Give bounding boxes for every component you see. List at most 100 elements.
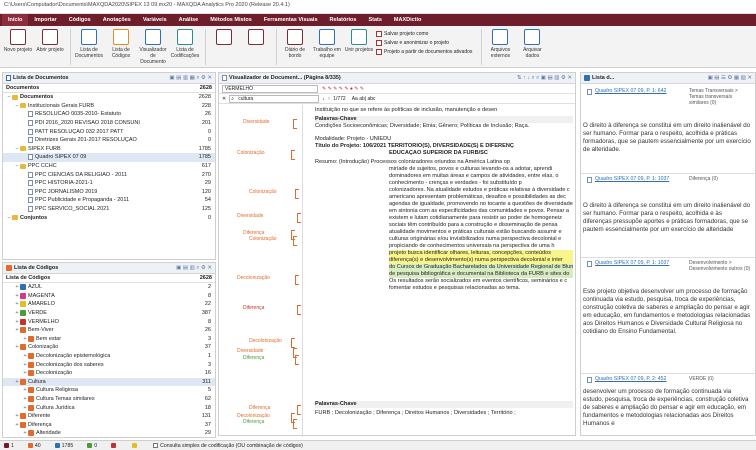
code-row[interactable]: + Cultura Temas similares 62 (3, 395, 215, 404)
document-row[interactable]: PPC HISTORIA-2021-1 29 (3, 179, 215, 188)
ribbon-right-button-0[interactable]: Arquivos externos (485, 29, 515, 59)
ribbon-button-5[interactable]: Lista de Codificações (170, 29, 200, 59)
tab-2[interactable]: Códigos (63, 14, 97, 26)
document-row[interactable]: PPC Publicidade e Propaganda - 2011 54 (3, 196, 215, 205)
document-line: miríade de sujeitos, povos e culturas le… (389, 166, 553, 172)
code-margin-label[interactable]: Diferença (249, 405, 270, 411)
code-margin-label[interactable]: Diversidade (237, 348, 263, 354)
status-item-6[interactable]: Consulta simples de codificação (OU comb… (153, 443, 303, 449)
code-row[interactable]: + Bem estar 3 (3, 335, 215, 344)
code-row[interactable]: + Decolonização dos saberes 3 (3, 360, 215, 369)
segment-code-tag: VERDE (0) (689, 376, 714, 382)
save-option-0[interactable]: Salvar projeto como (376, 29, 472, 38)
status-item-2[interactable]: 1785 (54, 443, 73, 449)
ribbon-button-7[interactable] (241, 29, 271, 47)
code-margin-label[interactable]: Colonização (249, 189, 277, 195)
code-row[interactable]: + Diferença 37 (3, 421, 215, 430)
code-row[interactable]: + Diferente 131 (3, 412, 215, 421)
tab-8[interactable]: Relatórios (324, 14, 363, 26)
ribbon-button-3[interactable]: Lista de Códigos (106, 29, 136, 59)
document-list-tools[interactable]: ▣ ▤ ▥ ▦ ⌕ ⚙ ✕ (169, 75, 212, 82)
checkbox-icon[interactable] (153, 443, 159, 448)
ribbon-right-button-1[interactable]: Arquivar dados (517, 29, 547, 59)
document-row[interactable]: RESOLUCAO 0035-2010- Estatuto 26 (3, 110, 215, 119)
code-row[interactable]: + Cultura Jurídica 18 (3, 403, 215, 412)
code-margin-label[interactable]: Diferença (243, 419, 264, 425)
save-option-2[interactable]: Projeto a partir de documentos ativados (376, 47, 472, 56)
ribbon-button-2[interactable]: Lista de Documentos (74, 29, 104, 59)
tab-1[interactable]: Importar (28, 14, 62, 26)
ribbon-button-1[interactable]: Abrir projeto (35, 29, 65, 53)
document-row[interactable]: PPC CIENCIAS DA RELIGIAO - 2011 270 (3, 170, 215, 179)
ribbon-button-10[interactable]: Unir projetos (344, 29, 374, 53)
tab-9[interactable]: Stats (362, 14, 387, 26)
status-icon (4, 443, 9, 448)
document-row[interactable]: PPC SERVICO_SOCIAL 2021 125 (3, 205, 215, 214)
code-row[interactable]: + AZUL 2 (3, 283, 215, 292)
code-row[interactable]: + MAGENTA 8 (3, 292, 215, 301)
code-margin-label[interactable]: Diversidade (237, 213, 263, 219)
ribbon-button-8[interactable]: Diário de bordo (280, 29, 310, 59)
document-row[interactable]: PDI 2016_2020 REVISAO 2018 CONSUNI 201 (3, 119, 215, 128)
document-row[interactable]: − Documentos 2628 (3, 93, 215, 102)
code-margin-label[interactable]: Decolonização (249, 338, 282, 344)
search-options[interactable]: Aa ab| abc (352, 96, 376, 102)
code-margin-label[interactable]: Colonização (249, 236, 277, 242)
document-row[interactable]: PATT RESOLUÇÃO 032 2017 PATT 0 (3, 127, 215, 136)
segment-reference[interactable]: Quadro SIPEX 07 09, P. 1: 1037 (595, 260, 669, 266)
document-row[interactable]: − Conjuntos 0 (3, 213, 215, 222)
ribbon-button-4[interactable]: Visualizador de Documento (138, 29, 168, 65)
status-item-3[interactable]: 0 (87, 443, 97, 449)
code-margin-label[interactable]: Colonização (237, 150, 265, 156)
code-row[interactable]: + Alteridade 29 (3, 429, 215, 438)
tab-7[interactable]: Ferramentas Visuais (258, 14, 324, 26)
code-row[interactable]: + Bem-Viver 26 (3, 326, 215, 335)
document-row[interactable]: PPC JORNALISMO 2019 120 (3, 188, 215, 197)
search-up-icon[interactable]: ↑ (328, 96, 331, 102)
tab-5[interactable]: Análise (173, 14, 205, 26)
save-option-1[interactable]: Salvar e anonimizar o projeto (376, 38, 472, 47)
code-select[interactable]: VERMELHO (222, 84, 318, 93)
code-row[interactable]: + Cultura Religiosa 5 (3, 386, 215, 395)
close-search-icon[interactable]: ✕ (222, 96, 226, 102)
highlight-tools[interactable]: ✎ ✎ ✎ ✎ ✎ ● ✎ ✎ (322, 86, 364, 92)
search-down-icon[interactable]: ↓ (322, 96, 325, 102)
code-row[interactable]: + Colonização 37 (3, 343, 215, 352)
tab-6[interactable]: Métodos Mistos (204, 14, 258, 26)
document-row[interactable]: Diretrizes Gerais 201-2017 RESOLUÇÃO 0 (3, 136, 215, 145)
retrieved-tools[interactable]: ▣ ▤ ☰ ⚙ ▦ ▧ ✕ (708, 75, 752, 81)
code-row[interactable]: + Decolonização 16 (3, 369, 215, 378)
code-row[interactable]: + VERDE 387 (3, 309, 215, 318)
code-margin-label[interactable]: Decolonização (237, 275, 270, 281)
tab-4[interactable]: Variáveis (137, 14, 173, 26)
status-item-4[interactable] (111, 443, 118, 448)
code-margin-label[interactable]: Diversidade (243, 119, 269, 125)
tab-10[interactable]: MAXDictio (388, 14, 428, 26)
document-row[interactable]: − PPC CCHC 617 (3, 162, 215, 171)
document-viewer-tools[interactable]: ⇅ ↑ ↓ ⌕ ⌕ ▣ ▤ ▥ ⚙ ✕ (517, 75, 572, 82)
segment-reference[interactable]: Quadro SIPEX 07 09, P. 1: 1037 (595, 176, 669, 182)
code-margin-label[interactable]: Diferença (243, 305, 264, 311)
status-item-5[interactable] (132, 443, 139, 448)
tab-0[interactable]: Início (2, 14, 29, 26)
code-row[interactable]: + Decolonização epistemológica 1 (3, 352, 215, 361)
code-list-tools[interactable]: ▣ ▤ ▥ ⌕ ⚙ ✕ (176, 265, 212, 272)
search-input[interactable]: ⌕ cultura (229, 94, 320, 103)
segment-reference[interactable]: Quadro SIPEX 07 09, P. 1: 642 (595, 88, 666, 94)
code-margin-label[interactable]: Diferença (243, 355, 264, 361)
code-row[interactable]: + Cultura 311 (3, 377, 215, 387)
ribbon-button-6[interactable] (209, 29, 239, 47)
code-row[interactable]: + VERMELHO 8 (3, 317, 215, 326)
ribbon-button-9[interactable]: Trabalho em equipe (312, 29, 342, 59)
segment-reference[interactable]: Quadro SIPEX 07 09, P. 2: 452 (595, 376, 666, 382)
ribbon-button-0[interactable]: Novo projeto (3, 29, 33, 53)
document-row[interactable]: − SIPEX FURB 1785 (3, 145, 215, 154)
document-row[interactable]: − Institucionais Gerais FURB 228 (3, 102, 215, 111)
document-row[interactable]: Quadro SIPEX 07 09 1785 (3, 153, 215, 162)
document-text[interactable]: Instituição no que se refere às política… (315, 105, 573, 437)
status-item-1[interactable]: 40 (27, 443, 41, 449)
tab-3[interactable]: Anotações (97, 14, 137, 26)
status-item-0[interactable]: 1 (4, 443, 14, 449)
code-row[interactable]: + AMARELO 22 (3, 300, 215, 309)
document-list-title: Lista de Documentos (13, 75, 69, 81)
